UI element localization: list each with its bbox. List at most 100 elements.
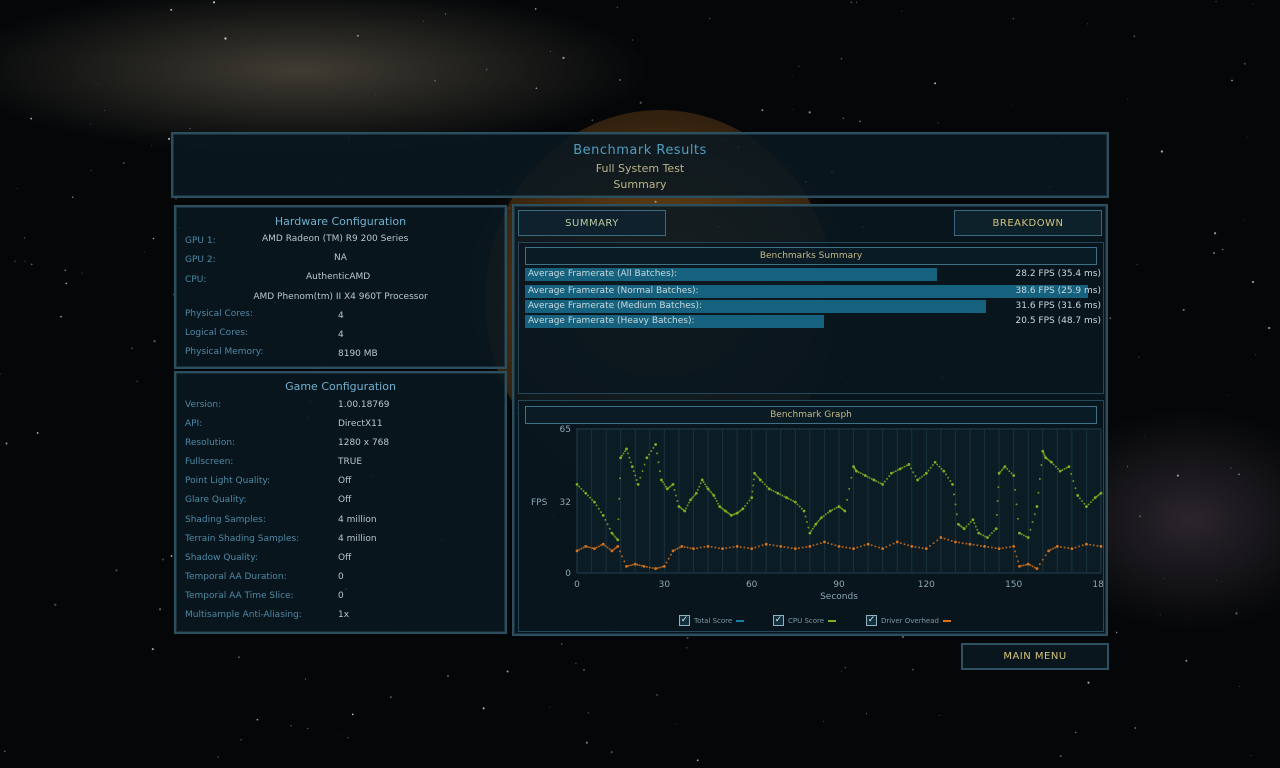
driver-overhead-point [888, 544, 891, 547]
driver-overhead-point [735, 545, 739, 548]
driver-overhead-point [939, 536, 943, 539]
driver-overhead-point [1070, 547, 1074, 551]
cpu-score-point [879, 482, 882, 485]
driver-overhead-checkbox[interactable]: ✓ [866, 615, 877, 626]
driver-overhead-point [680, 545, 684, 548]
cpu-score-point [750, 496, 754, 500]
legend-cpu-score[interactable]: ✓ CPU Score [773, 615, 837, 626]
star [376, 766, 378, 768]
star [115, 569, 118, 572]
star [36, 432, 39, 434]
cpu-score-point [1033, 513, 1036, 516]
cpu-score-point [618, 477, 621, 480]
cpu-score-point [1091, 498, 1094, 501]
driver-overhead-point [703, 545, 706, 548]
cpu-score-point [629, 461, 632, 464]
cpu-score-point [658, 470, 661, 473]
cpu-score-point [702, 481, 705, 484]
cpu-score-point [1020, 533, 1023, 536]
summary-bar-all-value: 28.2 FPS (35.4 ms) [1015, 269, 1101, 279]
driver-overhead-point [943, 537, 946, 540]
driver-overhead-point [584, 545, 588, 548]
cpu-score-point [816, 521, 819, 524]
driver-overhead-point [914, 545, 917, 548]
star [808, 111, 811, 114]
cpu-score-point [854, 468, 857, 471]
driver-overhead-point [779, 545, 783, 548]
driver-overhead-point [950, 539, 953, 542]
driver-overhead-point [881, 547, 885, 551]
cpu-score-point [643, 463, 646, 466]
star [534, 8, 537, 10]
summary-bar-normal-label: Average Framerate (Normal Batches): [528, 286, 699, 296]
driver-overhead-point [947, 538, 950, 541]
star [696, 759, 699, 762]
star [938, 715, 940, 716]
cpu-score-point [705, 485, 708, 488]
cpu-score-point [942, 469, 946, 473]
driver-overhead-point [606, 546, 609, 549]
star [98, 676, 100, 678]
driver-overhead-point [924, 547, 928, 551]
star [3, 750, 6, 753]
total-score-checkbox[interactable]: ✓ [679, 615, 690, 626]
tab-breakdown[interactable]: BREAKDOWN [954, 210, 1102, 236]
driver-overhead-point [582, 546, 585, 549]
cpu-score-point [971, 518, 975, 522]
cpu-score-point [863, 474, 867, 477]
cpu-score-point [608, 527, 611, 530]
cpu-score-point [1012, 474, 1016, 477]
star [859, 120, 861, 123]
star [619, 79, 621, 81]
cpu-score-point [746, 502, 749, 505]
driver-overhead-point [717, 547, 720, 550]
driver-overhead-point [710, 545, 713, 548]
cpu-score-point [940, 467, 943, 470]
star [1244, 218, 1245, 220]
cpu-score-point [976, 528, 979, 531]
star [1134, 727, 1136, 729]
star [837, 5, 839, 7]
cpu-score-point [1052, 463, 1055, 466]
driver-overhead-point [728, 546, 731, 549]
cpu-score-point [890, 471, 893, 475]
cpu-score-point [625, 447, 628, 451]
cpu-score-point [881, 482, 885, 486]
driver-overhead-point [627, 564, 630, 567]
x-tick-label: 150 [1005, 580, 1022, 590]
star [1215, 580, 1217, 582]
view-name: Summary [613, 178, 667, 191]
star [5, 442, 8, 445]
legend-driver-overhead[interactable]: ✓ Driver Overhead [866, 615, 951, 626]
star [1231, 79, 1233, 82]
driver-overhead-point [1025, 563, 1028, 566]
cpu-score-point [787, 497, 790, 500]
legend-driver-overhead-label: Driver Overhead [881, 616, 939, 625]
cpu-score-point [923, 473, 926, 476]
driver-overhead-point [1022, 564, 1025, 567]
driver-overhead-point [997, 547, 1001, 551]
driver-overhead-point [1015, 555, 1018, 558]
driver-overhead-point [578, 548, 581, 551]
legend-total-score[interactable]: ✓ Total Score [679, 615, 745, 626]
tab-summary[interactable]: SUMMARY [518, 210, 666, 236]
summary-bar-medium-value: 31.6 FPS (31.6 ms) [1015, 301, 1101, 311]
main-menu-button[interactable]: MAIN MENU [961, 643, 1109, 670]
cpu-score-point [870, 477, 873, 480]
star [508, 207, 511, 209]
driver-overhead-point [921, 547, 924, 550]
cpu-score-point [997, 486, 1000, 489]
cpu-score-point [886, 477, 889, 480]
cpu-score-checkbox[interactable]: ✓ [773, 615, 784, 626]
cpu-score-point [692, 495, 695, 498]
driver-overhead-point [918, 546, 921, 549]
driver-overhead-point [761, 544, 764, 547]
cpu-score-point [949, 480, 952, 483]
driver-overhead-point [1047, 549, 1050, 553]
cpu-score-point [688, 501, 691, 504]
cpu-score-point [1035, 505, 1039, 508]
cpu-score-point [938, 465, 941, 468]
api-label: API: [185, 419, 203, 429]
shadow-quality-value: Off [338, 553, 352, 563]
x-tick-label: 60 [746, 580, 758, 590]
